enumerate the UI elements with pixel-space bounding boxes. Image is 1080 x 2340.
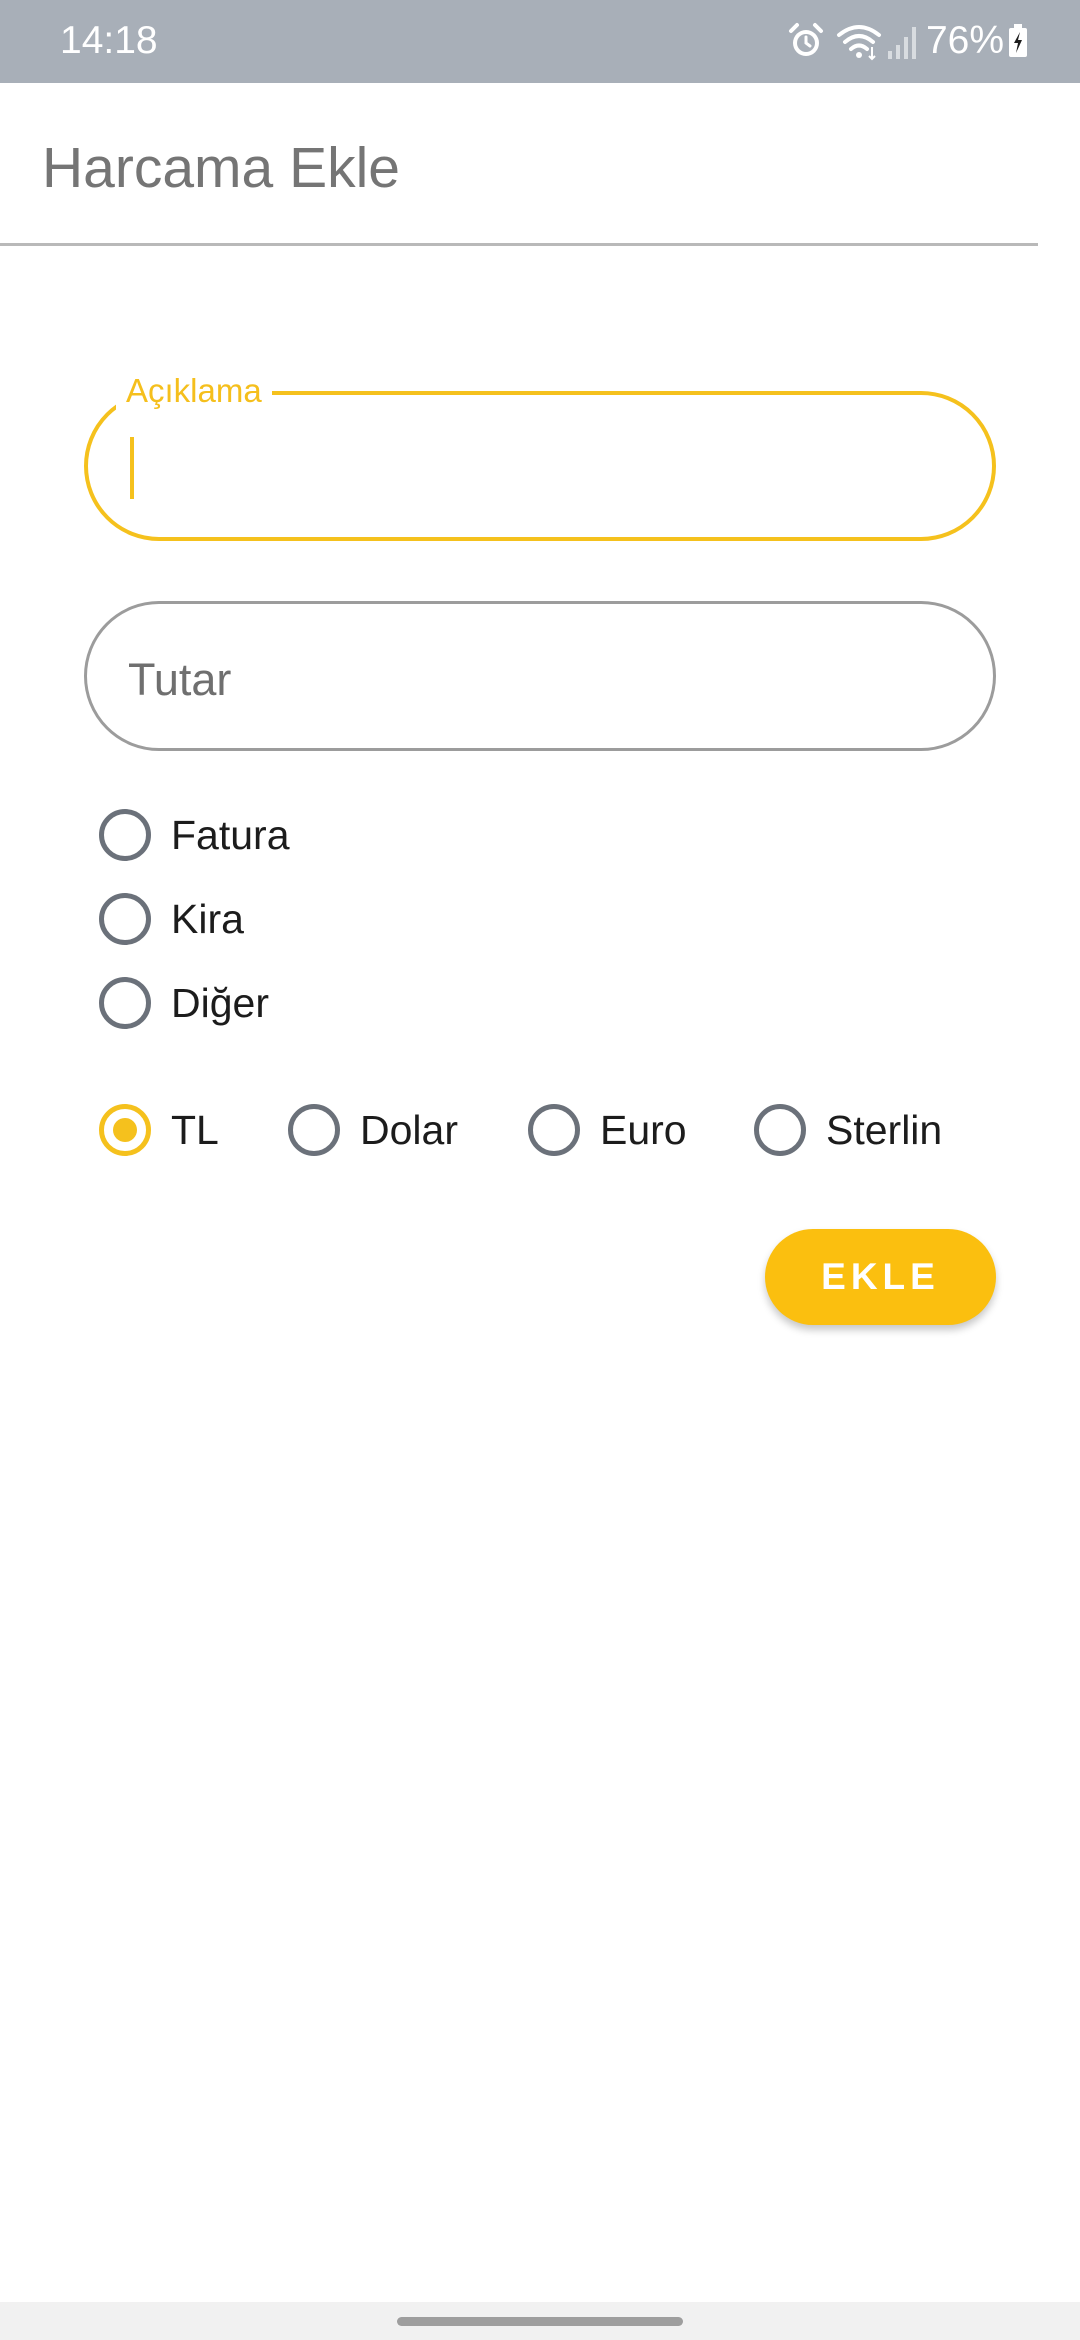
radio-label-dolar: Dolar (360, 1107, 458, 1153)
radio-label-kira: Kira (171, 896, 244, 942)
description-field[interactable]: Açıklama (84, 371, 996, 541)
status-bar: 14:18 76% (0, 0, 1080, 83)
radio-label-euro: Euro (600, 1107, 687, 1153)
radio-unchecked-icon[interactable] (99, 977, 151, 1029)
radio-unchecked-icon[interactable] (528, 1104, 580, 1156)
description-label: Açıklama (116, 371, 272, 411)
radio-unchecked-icon[interactable] (288, 1104, 340, 1156)
radio-fatura[interactable]: Fatura (99, 805, 290, 865)
wifi-icon (836, 21, 882, 61)
page-title: Harcama Ekle (42, 136, 400, 200)
radio-diger[interactable]: Diğer (99, 973, 269, 1033)
status-icons: 76% (786, 16, 1028, 66)
radio-label-fatura: Fatura (171, 812, 290, 858)
radio-euro[interactable]: Euro (528, 1100, 687, 1160)
battery-percentage: 76% (925, 19, 1004, 62)
amount-placeholder: Tutar (128, 654, 232, 705)
amount-field[interactable]: Tutar (84, 601, 996, 751)
radio-kira[interactable]: Kira (99, 889, 244, 949)
radio-label-tl: TL (171, 1107, 219, 1153)
battery-charging-icon (1008, 24, 1028, 58)
text-cursor (130, 437, 134, 499)
add-button[interactable]: EKLE (765, 1229, 996, 1325)
radio-label-diger: Diğer (171, 980, 269, 1026)
radio-sterlin[interactable]: Sterlin (754, 1100, 942, 1160)
radio-unchecked-icon[interactable] (99, 809, 151, 861)
radio-unchecked-icon[interactable] (754, 1104, 806, 1156)
status-time: 14:18 (60, 19, 158, 62)
radio-tl[interactable]: TL (99, 1100, 219, 1160)
signal-icon (886, 21, 918, 61)
home-indicator[interactable] (397, 2317, 683, 2326)
radio-unchecked-icon[interactable] (99, 893, 151, 945)
radio-label-sterlin: Sterlin (826, 1107, 943, 1153)
radio-checked-icon[interactable] (99, 1104, 151, 1156)
app-header: Harcama Ekle (0, 83, 1038, 246)
alarm-icon (786, 21, 826, 61)
radio-dolar[interactable]: Dolar (288, 1100, 458, 1160)
navigation-bar (0, 2302, 1080, 2340)
